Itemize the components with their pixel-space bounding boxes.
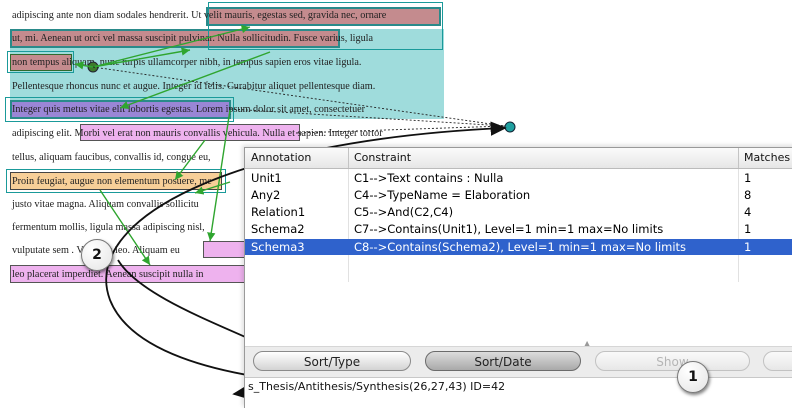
callout-1: 1 bbox=[677, 361, 709, 393]
sort-date-button[interactable]: Sort/Date bbox=[425, 351, 581, 371]
cell-matches: 4 bbox=[744, 205, 752, 219]
cell-matches: 8 bbox=[744, 188, 752, 202]
cell-annotation: Schema2 bbox=[251, 222, 305, 236]
cell-matches: 1 bbox=[744, 171, 752, 185]
column-header-annotation[interactable]: Annotation bbox=[251, 151, 311, 164]
callout-2: 2 bbox=[81, 239, 113, 271]
table-row[interactable]: Unit1 C1-->Text contains : Nulla 1 bbox=[245, 170, 792, 186]
table-row[interactable]: Relation1 C5-->And(C2,C4) 4 bbox=[245, 204, 792, 220]
cell-matches: 1 bbox=[744, 222, 752, 236]
cell-matches: 1 bbox=[744, 240, 752, 254]
teal-node-icon bbox=[504, 121, 516, 133]
cell-annotation: Schema3 bbox=[251, 240, 305, 254]
column-header-matches[interactable]: Matches bbox=[744, 151, 790, 164]
table-row-selected[interactable]: Schema3 C8-->Contains(Schema2), Level=1 … bbox=[245, 239, 792, 255]
cell-constraint: C4-->TypeName = Elaboration bbox=[354, 188, 531, 202]
cell-annotation: Relation1 bbox=[251, 205, 306, 219]
relation-arrows bbox=[74, 25, 271, 266]
show-button[interactable]: Show bbox=[595, 351, 750, 371]
table-row[interactable]: Schema2 C7-->Contains(Unit1), Level=1 mi… bbox=[245, 221, 792, 237]
extra-button[interactable] bbox=[763, 351, 792, 371]
table-header: Annotation Constraint Matches bbox=[245, 148, 792, 169]
column-header-constraint[interactable]: Constraint bbox=[354, 151, 411, 164]
button-bar: Sort/Type Sort/Date Show bbox=[245, 346, 792, 377]
table-row[interactable]: Any2 C4-->TypeName = Elaboration 8 bbox=[245, 187, 792, 203]
cell-annotation: Any2 bbox=[251, 188, 281, 202]
dashed-connectors bbox=[92, 66, 506, 134]
cell-constraint: C1-->Text contains : Nulla bbox=[354, 171, 504, 185]
sort-type-button[interactable]: Sort/Type bbox=[253, 351, 411, 371]
annotation-panel: Annotation Constraint Matches Unit1 C1--… bbox=[244, 147, 792, 408]
cell-annotation: Unit1 bbox=[251, 171, 282, 185]
cell-constraint: C5-->And(C2,C4) bbox=[354, 205, 454, 219]
cell-constraint: C7-->Contains(Unit1), Level=1 min=1 max=… bbox=[354, 222, 664, 236]
cell-constraint: C8-->Contains(Schema2), Level=1 min=1 ma… bbox=[354, 240, 687, 254]
status-bar: s_Thesis/Antithesis/Synthesis(26,27,43) … bbox=[245, 377, 792, 395]
